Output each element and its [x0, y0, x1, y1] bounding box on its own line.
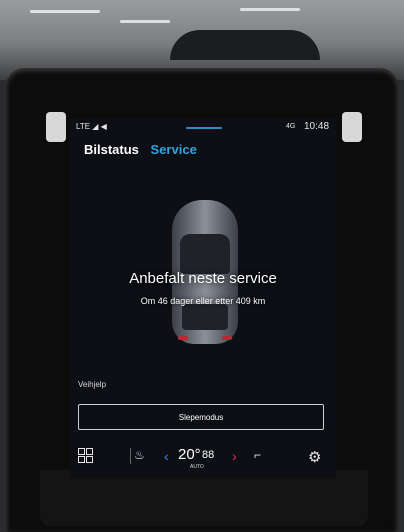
gear-icon[interactable]: ⚙ — [308, 448, 321, 466]
tail-light — [178, 336, 188, 340]
tow-mode-button[interactable]: Slepemodus — [78, 404, 324, 430]
pull-down-handle[interactable] — [186, 127, 222, 129]
parked-car — [170, 30, 320, 60]
car-rear-window — [182, 304, 228, 330]
signal-indicator: LTE ◢ ◀ — [76, 122, 107, 131]
seat-icon[interactable]: ⌐ — [254, 448, 261, 462]
tab-bar: Bilstatus Service — [84, 142, 197, 157]
car-windshield — [180, 234, 230, 274]
temp-down-chevron-icon[interactable]: ‹ — [164, 448, 169, 464]
tab-bilstatus[interactable]: Bilstatus — [84, 142, 139, 157]
tail-light — [222, 336, 232, 340]
temp-up-chevron-icon[interactable]: › — [232, 448, 237, 464]
climate-mode: AUTO — [190, 464, 204, 470]
ceiling-light — [120, 20, 170, 23]
ceiling-light — [30, 10, 100, 13]
tab-service[interactable]: Service — [151, 142, 197, 157]
divider — [130, 448, 131, 464]
network-type: 4G — [286, 123, 296, 130]
climate-bar: ♨ ‹ 20° 88 AUTO › ⌐ ⚙ — [70, 444, 336, 478]
air-vent-left — [46, 112, 66, 142]
console-frame — [40, 470, 368, 526]
grid-icon[interactable] — [78, 448, 93, 463]
clock: 10:48 — [304, 121, 330, 132]
service-headline: Anbefalt neste service — [129, 270, 277, 287]
roadside-assist-heading: Veihjelp — [78, 380, 107, 389]
service-subtitle: Om 46 dager eller etter 409 km — [140, 296, 266, 306]
air-vent-right — [342, 112, 362, 142]
seat-heat-icon[interactable]: ♨ — [134, 448, 145, 462]
fan-level[interactable]: 88 — [202, 449, 214, 461]
temperature-value[interactable]: 20° — [178, 446, 201, 463]
ceiling-light — [240, 8, 300, 11]
infotainment-screen: LTE ◢ ◀ 4G 10:48 Bilstatus Service Anbef… — [70, 118, 336, 478]
